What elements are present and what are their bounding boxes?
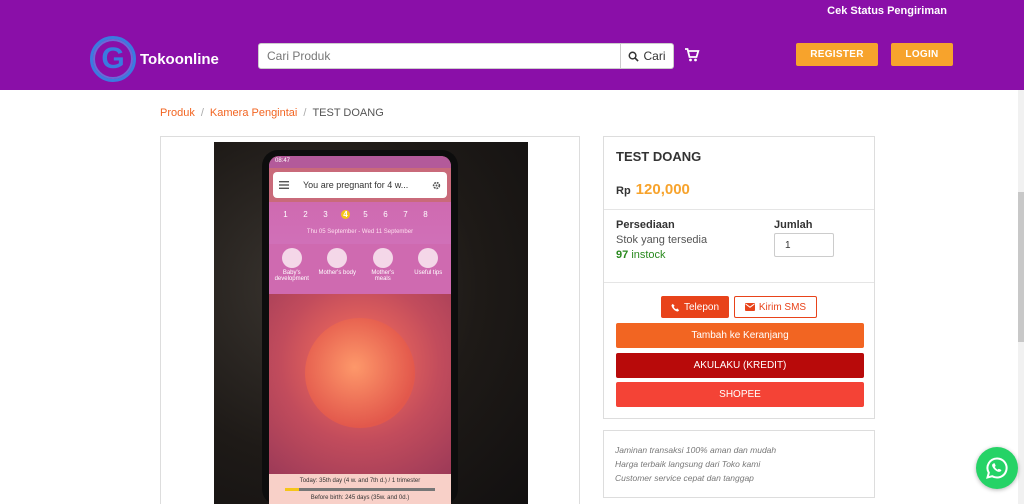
call-button[interactable]: Telepon	[661, 296, 729, 318]
logo-mark-icon: G	[90, 36, 136, 82]
price: Rp 120,000	[616, 181, 690, 198]
category-label: Mother's meals	[371, 270, 395, 282]
category-item: Mother's body	[317, 248, 357, 294]
category-item: Useful tips	[408, 248, 448, 294]
category-label: Baby's development	[274, 270, 309, 282]
category-item: Baby's development	[272, 248, 312, 294]
guarantee-line: Customer service cepat dan tanggap	[615, 473, 754, 483]
divider	[604, 209, 874, 210]
search-bar: Cari	[258, 43, 674, 69]
track-shipment-link[interactable]: Cek Status Pengiriman	[827, 5, 947, 17]
birth-line: Before birth: 245 days (35w. and 0d.)	[310, 495, 410, 501]
breadcrumb-link-category[interactable]: Kamera Pengintai	[210, 107, 297, 119]
stock-label: Persediaan	[616, 219, 675, 231]
day-number-selected: 4	[341, 210, 350, 219]
pregnancy-progress: Today: 35th day (4 w. and 7th d.) / 1 tr…	[269, 474, 451, 504]
product-detail-panel: TEST DOANG Rp 120,000 Persediaan Stok ya…	[603, 136, 875, 419]
category-item: Mother's meals	[363, 248, 403, 294]
akulaku-button[interactable]: AKULAKU (KREDIT)	[616, 353, 864, 378]
category-row: Baby's development Mother's body Mother'…	[269, 244, 451, 294]
day-number: 7	[403, 210, 408, 219]
scrollbar-thumb[interactable]	[1018, 192, 1024, 342]
baby-icon	[281, 248, 302, 268]
progress-bar	[285, 488, 435, 491]
search-icon	[629, 51, 640, 62]
phone-photo: 08:47 You are pregnant for 4 w... 1 2 3 …	[262, 150, 458, 504]
guarantee-line: Harga terbaik langsung dari Toko kami	[615, 459, 761, 469]
product-title: TEST DOANG	[616, 149, 702, 164]
stock-count: 97 instock	[616, 249, 666, 261]
product-image-panel: 08:47 You are pregnant for 4 w... 1 2 3 …	[160, 136, 580, 504]
today-line: Today: 35th day (4 w. and 7th d.) / 1 tr…	[299, 478, 421, 484]
breadcrumb: Produk / Kamera Pengintai / TEST DOANG	[160, 107, 384, 119]
meal-icon	[372, 248, 393, 268]
search-button[interactable]: Cari	[621, 43, 674, 69]
price-value: 120,000	[635, 181, 690, 198]
whatsapp-button[interactable]	[976, 447, 1018, 489]
stock-number: 97	[616, 249, 629, 261]
quantity-input[interactable]: 1	[774, 233, 834, 257]
price-currency: Rp	[616, 185, 631, 197]
guarantee-box: Jaminan transaksi 100% aman dan mudah Ha…	[603, 430, 875, 498]
day-number: 2	[303, 210, 308, 219]
day-number: 5	[363, 210, 368, 219]
category-label: Useful tips	[414, 270, 443, 276]
breadcrumb-link-produk[interactable]: Produk	[160, 107, 195, 119]
site-logo[interactable]: G Tokoonline	[90, 36, 219, 82]
add-to-cart-button[interactable]: Tambah ke Keranjang	[616, 323, 864, 348]
mail-icon	[744, 303, 755, 311]
embryo-sac	[305, 318, 415, 428]
phone-icon	[671, 303, 680, 312]
app-screen-title: You are pregnant for 4 w...	[303, 180, 409, 190]
day-number: 8	[423, 210, 428, 219]
day-number: 6	[383, 210, 388, 219]
quantity-label: Jumlah	[774, 219, 813, 231]
shopee-button[interactable]: SHOPEE	[616, 382, 864, 407]
search-button-label: Cari	[643, 49, 666, 63]
phone-screen: 08:47 You are pregnant for 4 w... 1 2 3 …	[269, 156, 451, 504]
day-number: 1	[283, 210, 288, 219]
breadcrumb-current: TEST DOANG	[312, 107, 384, 119]
logo-text: Tokoonline	[140, 50, 219, 68]
divider	[604, 282, 874, 283]
stock-suffix: instock	[631, 249, 666, 261]
day-row: 1 2 3 4 5 6 7 8	[281, 210, 430, 219]
embryo-illustration	[269, 294, 451, 474]
app-title-bar: You are pregnant for 4 w...	[273, 172, 447, 198]
menu-icon	[279, 181, 289, 189]
status-time: 08:47	[275, 158, 291, 164]
settings-icon	[432, 181, 441, 189]
date-range: Thu 05 September - Wed 11 September	[306, 229, 414, 235]
phone-status-bar: 08:47	[269, 156, 451, 168]
stock-sublabel: Stok yang tersedia	[616, 234, 708, 246]
day-number: 3	[323, 210, 328, 219]
guarantee-line: Jaminan transaksi 100% aman dan mudah	[615, 445, 777, 455]
sms-button[interactable]: Kirim SMS	[734, 296, 817, 318]
register-button[interactable]: REGISTER	[796, 43, 878, 66]
whatsapp-icon	[986, 457, 1008, 479]
sms-button-label: Kirim SMS	[758, 301, 807, 313]
logo-letter: G	[101, 42, 125, 75]
call-button-label: Telepon	[683, 301, 720, 313]
page-scrollbar[interactable]	[1018, 90, 1024, 504]
category-label: Mother's body	[318, 270, 357, 276]
mother-icon	[327, 248, 348, 268]
site-header: Cek Status Pengiriman G Tokoonline Cari …	[0, 0, 1024, 90]
search-input[interactable]	[258, 43, 621, 69]
product-photo[interactable]: 08:47 You are pregnant for 4 w... 1 2 3 …	[214, 142, 528, 504]
week-day-strip: 1 2 3 4 5 6 7 8 Thu 05 September - Wed 1…	[269, 202, 451, 244]
breadcrumb-separator: /	[303, 107, 307, 119]
cart-icon[interactable]	[684, 47, 700, 63]
tips-icon	[418, 248, 439, 268]
breadcrumb-separator: /	[200, 107, 204, 119]
login-button[interactable]: LOGIN	[891, 43, 953, 66]
